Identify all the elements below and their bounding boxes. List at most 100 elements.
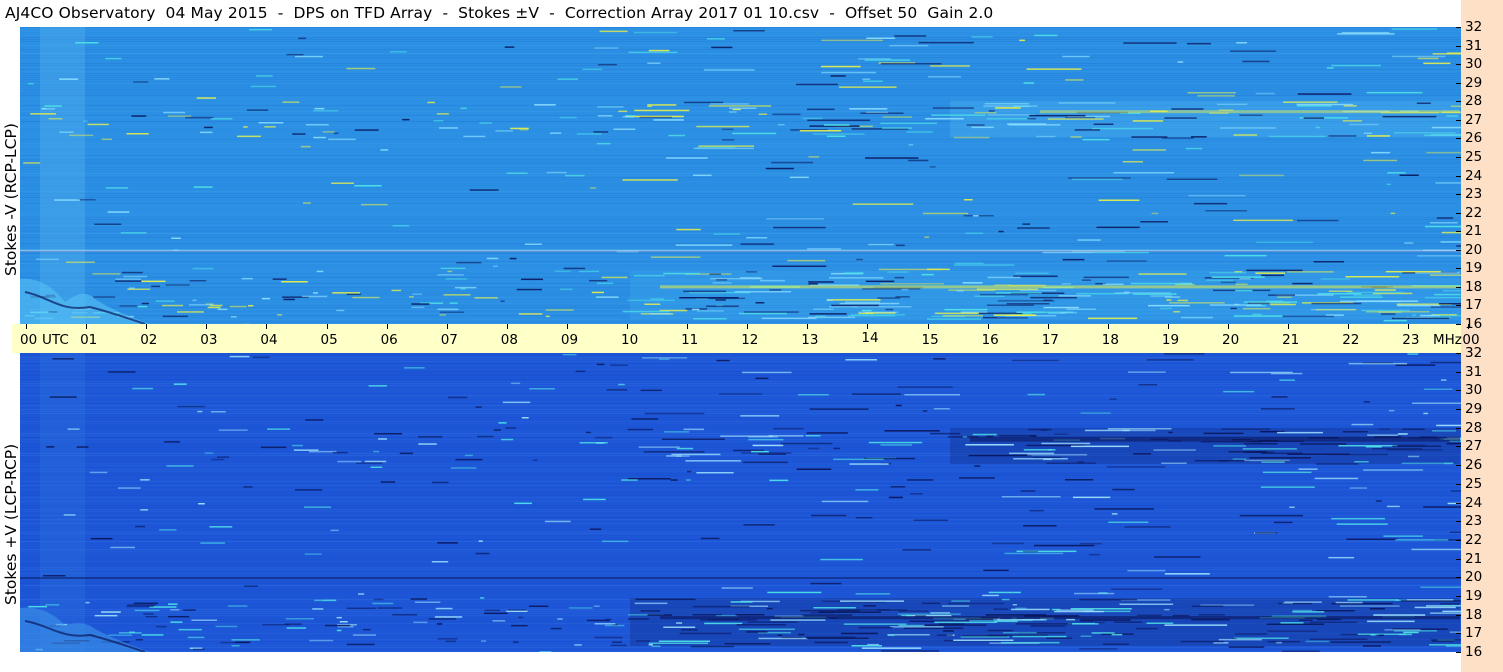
emission-dash <box>1282 602 1293 604</box>
emission-dash <box>658 640 711 642</box>
emission-dash <box>138 305 148 308</box>
emission-dash <box>1027 117 1036 120</box>
emission-dash <box>648 642 709 644</box>
emission-dash <box>839 86 897 88</box>
emission-dash <box>145 615 158 618</box>
emission-dash <box>411 303 430 305</box>
emission-dash <box>141 634 164 636</box>
emission-dash <box>992 542 1024 545</box>
emission-dash <box>597 115 613 117</box>
texture-band <box>20 561 1461 562</box>
emission-dash <box>735 614 765 616</box>
emission-dash <box>524 243 542 245</box>
texture-band <box>20 517 1461 518</box>
frequency-tick-label: 29 <box>1465 401 1483 418</box>
emission-dash <box>532 459 538 461</box>
emission-dash <box>409 296 414 298</box>
emission-dash <box>921 602 941 605</box>
emission-dash <box>313 292 318 294</box>
emission-dash <box>204 126 213 129</box>
texture-band <box>20 259 1461 260</box>
emission-dash <box>101 138 113 141</box>
emission-dash <box>92 273 121 275</box>
emission-dash <box>943 630 954 632</box>
emission-dash <box>852 306 912 308</box>
texture-band <box>20 83 1461 84</box>
frequency-tick-label: 20 <box>1465 241 1483 258</box>
emission-dash <box>267 428 291 430</box>
emission-dash <box>1213 445 1246 447</box>
emission-dash <box>1169 302 1225 304</box>
emission-dash <box>312 608 324 610</box>
emission-dash <box>1102 643 1130 645</box>
emission-dash <box>404 367 425 369</box>
emission-dash <box>841 632 878 635</box>
emission-dash <box>1343 105 1357 107</box>
emission-dash <box>865 280 895 283</box>
emission-dash <box>805 435 821 437</box>
emission-dash <box>1346 538 1398 540</box>
time-tick-mark <box>627 324 628 329</box>
emission-dash <box>120 232 147 234</box>
emission-dash <box>392 225 410 227</box>
emission-dash <box>595 296 619 298</box>
emission-dash <box>1194 460 1250 462</box>
emission-dash <box>1388 409 1395 412</box>
emission-dash <box>1416 102 1431 104</box>
emission-dash <box>380 481 396 483</box>
time-tick-mark <box>146 324 148 329</box>
emission-dash <box>808 281 834 283</box>
emission-dash <box>820 558 863 561</box>
frequency-tick-mark <box>1456 82 1461 84</box>
texture-band <box>20 423 1461 424</box>
emission-dash <box>1019 39 1025 42</box>
emission-dash <box>908 159 929 162</box>
emission-dash <box>1423 412 1429 415</box>
emission-dash <box>1009 452 1055 455</box>
emission-dash <box>151 285 160 288</box>
texture-band <box>20 537 1461 538</box>
emission-dash <box>812 133 865 135</box>
emission-dash <box>640 389 662 392</box>
emission-dash <box>110 546 135 549</box>
emission-dash <box>979 293 1028 296</box>
emission-dash <box>679 297 739 299</box>
emission-dash <box>1239 174 1284 177</box>
emission-dash <box>534 104 556 106</box>
texture-band <box>20 417 1461 418</box>
emission-dash <box>1180 640 1224 643</box>
emission-dash <box>972 433 997 436</box>
emission-dash <box>1436 424 1461 427</box>
texture-band <box>20 491 1461 492</box>
emission-dash <box>1382 115 1437 118</box>
emission-dash <box>354 185 382 187</box>
emission-dash <box>579 442 608 444</box>
emission-dash <box>894 35 927 37</box>
time-tick-label: 00 <box>20 332 38 348</box>
emission-dash <box>1367 434 1398 436</box>
emission-dash <box>1132 120 1163 122</box>
time-axis-unit: UTC <box>42 332 69 348</box>
emission-dash <box>721 128 734 131</box>
emission-dash <box>755 302 765 304</box>
emission-dash <box>1233 219 1293 222</box>
emission-dash <box>1451 490 1461 492</box>
emission-dash <box>436 113 449 115</box>
emission-dash <box>724 643 771 645</box>
emission-dash <box>258 122 284 124</box>
time-tick-label: 19 <box>1161 332 1180 348</box>
emission-dash <box>1239 514 1303 517</box>
emission-dash <box>309 450 337 453</box>
emission-dash <box>995 107 1021 109</box>
emission-dash <box>798 394 829 396</box>
texture-band <box>20 535 1461 536</box>
emission-dash <box>196 97 216 99</box>
texture-band <box>20 425 1461 426</box>
emission-dash <box>1328 556 1355 559</box>
emission-dash <box>331 182 354 184</box>
emission-dash <box>1028 428 1052 431</box>
emission-dash <box>1082 138 1110 141</box>
frequency-tick-mark <box>1456 483 1461 485</box>
emission-dash <box>521 278 543 281</box>
emission-dash <box>445 278 468 280</box>
